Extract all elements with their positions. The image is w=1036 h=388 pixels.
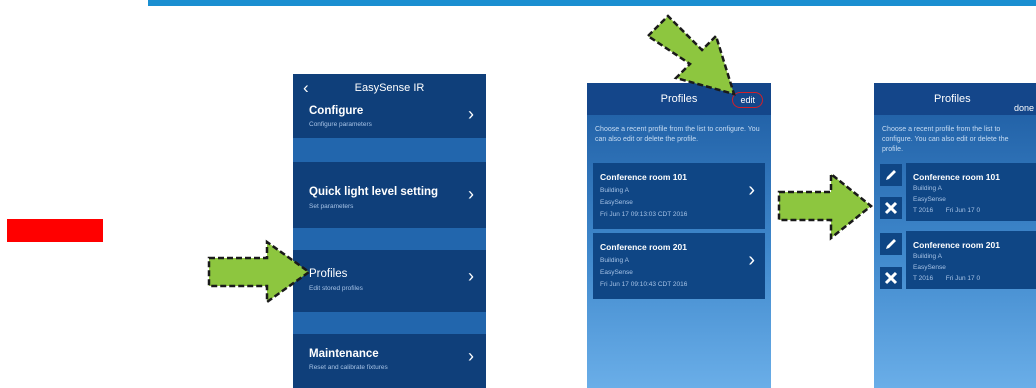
profile-building: Building A <box>913 253 942 260</box>
profile-building: Building A <box>600 187 629 194</box>
profile-date: Fri Jun 17 09:10:43 CDT 2016 <box>600 281 688 288</box>
chevron-right-icon: › <box>468 104 474 124</box>
profile-date: Fri Jun 17 09:13:03 CDT 2016 <box>600 211 688 218</box>
profiles-intro-text: Choose a recent profile from the list to… <box>595 126 760 143</box>
profile-device: EasySense <box>913 196 946 203</box>
menu-header: ‹ EasySense IR <box>293 74 486 102</box>
profile-device: EasySense <box>913 264 946 271</box>
profile-card-201[interactable]: Conference room 201 Building A EasySense… <box>906 231 1036 289</box>
profiles-screen: Profiles edit Choose a recent profile fr… <box>587 83 771 388</box>
menu-item-label: Quick light level setting <box>309 186 439 198</box>
menu-divider <box>293 312 486 334</box>
profile-card-101[interactable]: Conference room 101 Building A EasySense… <box>593 163 765 229</box>
profile-building: Building A <box>913 185 942 192</box>
chevron-right-icon: › <box>468 346 474 366</box>
profiles-intro-text: Choose a recent profile from the list to… <box>882 126 1009 153</box>
menu-item-sublabel: Set parameters <box>309 203 354 210</box>
pencil-icon[interactable] <box>880 233 902 255</box>
green-arrow-right-icon <box>777 171 874 241</box>
close-icon[interactable] <box>880 197 902 219</box>
profile-building: Building A <box>600 257 629 264</box>
profile-device: EasySense <box>600 199 633 206</box>
green-arrow-right-icon <box>207 239 312 305</box>
back-icon[interactable]: ‹ <box>303 74 309 102</box>
menu-item-quick-light-level[interactable]: Quick light level setting Set parameters… <box>293 162 486 228</box>
top-accent-line <box>148 0 1036 6</box>
pencil-icon[interactable] <box>880 164 902 186</box>
chevron-right-icon: › <box>468 184 474 204</box>
menu-item-label: Maintenance <box>309 348 379 360</box>
profiles-header: Profiles done <box>874 83 1036 115</box>
menu-item-configure[interactable]: Configure Configure parameters › <box>293 102 486 138</box>
profile-name: Conference room 201 <box>913 240 1000 250</box>
menu-item-sublabel: Configure parameters <box>309 121 372 128</box>
done-button[interactable]: done <box>1014 92 1034 124</box>
menu-divider <box>293 228 486 250</box>
menu-divider <box>293 138 486 162</box>
menu-item-sublabel: Reset and calibrate fixtures <box>309 364 388 371</box>
profiles-edit-screen: Profiles done Choose a recent profile fr… <box>874 83 1036 388</box>
app-title: EasySense IR <box>354 82 425 94</box>
chevron-right-icon: › <box>468 266 474 286</box>
chevron-right-icon: › <box>748 179 755 201</box>
close-icon[interactable] <box>880 267 902 289</box>
menu-screen: ‹ EasySense IR Configure Configure param… <box>293 74 486 388</box>
chevron-right-icon: › <box>748 249 755 271</box>
profile-card-201[interactable]: Conference room 201 Building A EasySense… <box>593 233 765 299</box>
menu-item-sublabel: Edit stored profiles <box>309 285 363 292</box>
green-arrow-down-right-icon <box>646 14 736 96</box>
menu-item-profiles[interactable]: Profiles Edit stored profiles › <box>293 250 486 312</box>
profile-device: EasySense <box>600 269 633 276</box>
profile-name: Conference room 101 <box>913 172 1000 182</box>
profile-date: T 2016 Fri Jun 17 0 <box>913 275 981 282</box>
profile-name: Conference room 101 <box>600 172 687 182</box>
profile-date: T 2016 Fri Jun 17 0 <box>913 207 981 214</box>
page-title: Profiles <box>934 93 971 105</box>
profile-card-101[interactable]: Conference room 101 Building A EasySense… <box>906 163 1036 221</box>
menu-item-label: Configure <box>309 105 364 117</box>
red-marker-block <box>7 219 103 242</box>
menu-item-maintenance[interactable]: Maintenance Reset and calibrate fixtures… <box>293 334 486 388</box>
profile-name: Conference room 201 <box>600 242 687 252</box>
